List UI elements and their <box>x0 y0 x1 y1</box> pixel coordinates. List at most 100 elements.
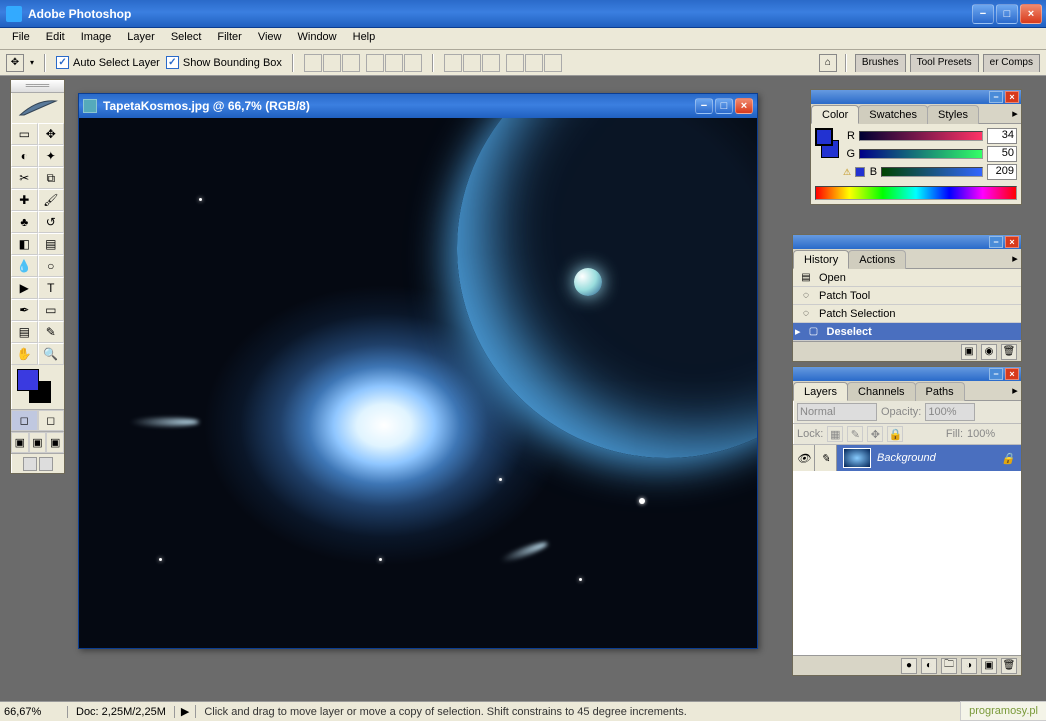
new-set-button[interactable]: 🗀 <box>941 658 957 674</box>
panel-menu-button[interactable]: ▸ <box>1009 381 1021 400</box>
wand-tool[interactable]: ✦ <box>38 145 65 167</box>
auto-select-layer-checkbox[interactable]: ✓ Auto Select Layer <box>56 56 160 69</box>
websafe-swatch[interactable] <box>855 167 865 177</box>
panel-menu-button[interactable]: ▸ <box>1009 249 1021 268</box>
align-vcenter-button[interactable] <box>323 54 341 72</box>
color-panel-titlebar[interactable]: − × <box>811 90 1021 104</box>
history-panel-titlebar[interactable]: − × <box>793 235 1021 249</box>
screen-standard-button[interactable]: ▣ <box>11 432 29 453</box>
doc-maximize-button[interactable]: □ <box>715 98 733 114</box>
minimize-button[interactable]: − <box>972 4 994 24</box>
foreground-color-swatch[interactable] <box>17 369 39 391</box>
g-value[interactable]: 50 <box>987 146 1017 162</box>
menu-file[interactable]: File <box>4 28 38 49</box>
fill-field[interactable]: 100% <box>967 428 1017 440</box>
new-document-from-state-button[interactable]: ▣ <box>961 344 977 360</box>
layer-row[interactable]: 👁 ✎ Background 🔒 <box>793 445 1021 471</box>
toolbox-grip[interactable]: ═══ <box>11 80 64 93</box>
tab-color[interactable]: Color <box>811 105 859 124</box>
tab-channels[interactable]: Channels <box>847 382 915 401</box>
standard-mode-button[interactable]: ◻ <box>11 410 38 431</box>
tab-styles[interactable]: Styles <box>927 105 979 124</box>
align-hcenter-button[interactable] <box>385 54 403 72</box>
stamp-tool[interactable]: ♣ <box>11 211 38 233</box>
panel-close-button[interactable]: × <box>1005 368 1019 380</box>
color-fg-swatch[interactable] <box>815 128 833 146</box>
screen-full-menubar-button[interactable]: ▣ <box>29 432 47 453</box>
r-value[interactable]: 34 <box>987 128 1017 144</box>
visibility-toggle[interactable]: 👁 <box>793 445 815 471</box>
menu-image[interactable]: Image <box>73 28 120 49</box>
move-tool[interactable]: ✥ <box>38 123 65 145</box>
jump-to-imageready-button[interactable] <box>11 453 64 473</box>
lock-position-button[interactable]: ✥ <box>867 426 883 442</box>
hand-tool[interactable]: ✋ <box>11 343 38 365</box>
goto-bridge-button[interactable]: ⌂ <box>819 54 837 72</box>
menu-layer[interactable]: Layer <box>119 28 163 49</box>
align-bottom-button[interactable] <box>342 54 360 72</box>
zoom-tool[interactable]: 🔍 <box>38 343 65 365</box>
history-brush-tool[interactable]: ↺ <box>38 211 65 233</box>
b-slider[interactable] <box>881 167 983 177</box>
align-top-button[interactable] <box>304 54 322 72</box>
layers-panel-titlebar[interactable]: − × <box>793 367 1021 381</box>
tab-swatches[interactable]: Swatches <box>858 105 928 124</box>
lasso-tool[interactable]: ◐ <box>11 145 38 167</box>
distribute-top-button[interactable] <box>444 54 462 72</box>
blend-mode-select[interactable]: Normal <box>797 403 877 421</box>
lock-transparency-button[interactable]: ▦ <box>827 426 843 442</box>
distribute-left-button[interactable] <box>506 54 524 72</box>
show-bounding-box-checkbox[interactable]: ✓ Show Bounding Box <box>166 56 282 69</box>
dodge-tool[interactable]: ○ <box>38 255 65 277</box>
distribute-hcenter-button[interactable] <box>525 54 543 72</box>
zoom-field[interactable]: 66,67% <box>0 706 68 718</box>
history-item[interactable]: ▸▢Deselect <box>793 323 1021 341</box>
screen-full-button[interactable]: ▣ <box>46 432 64 453</box>
doc-minimize-button[interactable]: − <box>695 98 713 114</box>
well-toolpresets[interactable]: Tool Presets <box>910 54 979 72</box>
brush-tool[interactable]: 🖌 <box>38 189 65 211</box>
crop-tool[interactable]: ✂ <box>11 167 38 189</box>
tab-layers[interactable]: Layers <box>793 382 848 401</box>
current-tool-icon[interactable]: ✥ <box>6 54 24 72</box>
canvas[interactable] <box>79 118 757 648</box>
marquee-tool[interactable]: ▭ <box>11 123 38 145</box>
new-snapshot-button[interactable]: ◉ <box>981 344 997 360</box>
shape-tool[interactable]: ▭ <box>38 299 65 321</box>
gradient-tool[interactable]: ▤ <box>38 233 65 255</box>
menu-view[interactable]: View <box>250 28 290 49</box>
delete-layer-button[interactable]: 🗑 <box>1001 658 1017 674</box>
lock-all-button[interactable]: 🔒 <box>887 426 903 442</box>
tab-paths[interactable]: Paths <box>915 382 965 401</box>
menu-select[interactable]: Select <box>163 28 210 49</box>
panel-close-button[interactable]: × <box>1005 91 1019 103</box>
delete-state-button[interactable]: 🗑 <box>1001 344 1017 360</box>
layer-thumbnail[interactable] <box>843 448 871 468</box>
align-right-button[interactable] <box>404 54 422 72</box>
distribute-bottom-button[interactable] <box>482 54 500 72</box>
distribute-vcenter-button[interactable] <box>463 54 481 72</box>
history-item[interactable]: ▤Open <box>793 269 1021 287</box>
adjustment-layer-button[interactable]: ◑ <box>961 658 977 674</box>
lock-image-button[interactable]: ✎ <box>847 426 863 442</box>
panel-minimize-button[interactable]: − <box>989 236 1003 248</box>
pen-tool[interactable]: ✒ <box>11 299 38 321</box>
panel-close-button[interactable]: × <box>1005 236 1019 248</box>
distribute-right-button[interactable] <box>544 54 562 72</box>
menu-filter[interactable]: Filter <box>209 28 249 49</box>
panel-menu-button[interactable]: ▸ <box>1009 104 1021 123</box>
eyedropper-tool[interactable]: ✎ <box>38 321 65 343</box>
maximize-button[interactable]: □ <box>996 4 1018 24</box>
type-tool[interactable]: T <box>38 277 65 299</box>
doc-size[interactable]: Doc: 2,25M/2,25M <box>68 706 175 718</box>
r-slider[interactable] <box>859 131 983 141</box>
doc-close-button[interactable]: × <box>735 98 753 114</box>
slice-tool[interactable]: ⧉ <box>38 167 65 189</box>
menu-window[interactable]: Window <box>290 28 345 49</box>
well-layercomps[interactable]: er Comps <box>983 54 1040 72</box>
layer-mask-button[interactable]: ◐ <box>921 658 937 674</box>
layer-style-button[interactable]: ● <box>901 658 917 674</box>
tab-actions[interactable]: Actions <box>848 250 906 269</box>
quickmask-mode-button[interactable]: ◻ <box>38 410 65 431</box>
history-item[interactable]: ◌Patch Selection <box>793 305 1021 323</box>
